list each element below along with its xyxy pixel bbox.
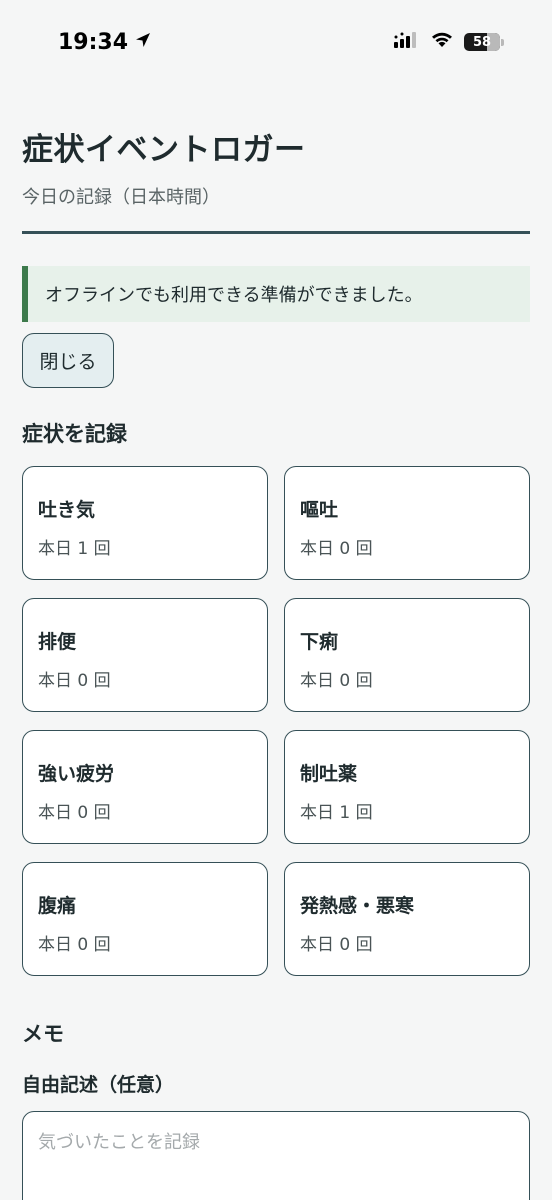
symptom-count: 本日 0 回 xyxy=(300,671,373,691)
clock-text: 19:34 xyxy=(58,30,129,55)
symptom-card-fever-chills[interactable]: 発熱感・悪寒 本日 0 回 xyxy=(284,862,530,976)
symptom-card-bowel-movement[interactable]: 排便 本日 0 回 xyxy=(22,598,268,712)
memo-section-title: メモ xyxy=(22,1022,64,1046)
battery-icon: 58 xyxy=(464,33,504,51)
symptom-count: 本日 0 回 xyxy=(38,671,111,691)
symptom-name: 強い疲労 xyxy=(38,763,115,785)
location-arrow-icon xyxy=(134,30,152,55)
cellular-signal-icon xyxy=(394,31,420,53)
symptom-count: 本日 0 回 xyxy=(300,539,373,559)
symptom-name: 発熱感・悪寒 xyxy=(300,895,415,917)
page-subtitle: 今日の記録（日本時間） xyxy=(22,187,220,208)
symptom-count: 本日 1 回 xyxy=(38,539,111,559)
symptoms-section-title: 症状を記録 xyxy=(22,422,127,446)
battery-percentage: 58 xyxy=(472,34,492,50)
symptom-name: 排便 xyxy=(38,631,77,653)
status-indicators: 58 xyxy=(394,31,504,53)
symptom-card-abdominal-pain[interactable]: 腹痛 本日 0 回 xyxy=(22,862,268,976)
symptom-grid: 吐き気 本日 1 回 嘔吐 本日 0 回 排便 本日 0 回 下痢 本日 0 回… xyxy=(22,466,530,976)
symptom-card-vomiting[interactable]: 嘔吐 本日 0 回 xyxy=(284,466,530,580)
symptom-count: 本日 0 回 xyxy=(38,803,111,823)
main-content: 症状イベントロガー 今日の記録（日本時間） オフラインでも利用できる準備ができま… xyxy=(0,124,552,1200)
symptom-name: 嘔吐 xyxy=(300,499,339,521)
notice-message: オフラインでも利用できる準備ができました。 xyxy=(45,285,423,306)
battery-level: 58 xyxy=(464,33,500,51)
symptom-name: 下痢 xyxy=(300,631,339,653)
symptom-name: 制吐薬 xyxy=(300,763,358,785)
symptom-name: 吐き気 xyxy=(38,499,96,521)
symptom-count: 本日 1 回 xyxy=(300,803,373,823)
symptom-card-severe-fatigue[interactable]: 強い疲労 本日 0 回 xyxy=(22,730,268,844)
symptom-name: 腹痛 xyxy=(38,895,77,917)
status-bar: 19:34 58 xyxy=(0,0,552,92)
symptom-card-antiemetic[interactable]: 制吐薬 本日 1 回 xyxy=(284,730,530,844)
page-title: 症状イベントロガー xyxy=(22,132,306,168)
symptom-count: 本日 0 回 xyxy=(38,935,111,955)
symptom-card-nausea[interactable]: 吐き気 本日 1 回 xyxy=(22,466,268,580)
wifi-icon xyxy=(430,31,454,53)
status-time: 19:34 xyxy=(58,30,152,55)
close-notice-button[interactable]: 閉じる xyxy=(22,333,114,388)
symptom-count: 本日 0 回 xyxy=(300,935,373,955)
offline-ready-notice: オフラインでも利用できる準備ができました。 xyxy=(22,266,530,322)
memo-input[interactable] xyxy=(22,1111,530,1200)
symptom-card-diarrhea[interactable]: 下痢 本日 0 回 xyxy=(284,598,530,712)
memo-field-label: 自由記述（任意） xyxy=(22,1074,175,1096)
header-divider xyxy=(22,231,530,234)
